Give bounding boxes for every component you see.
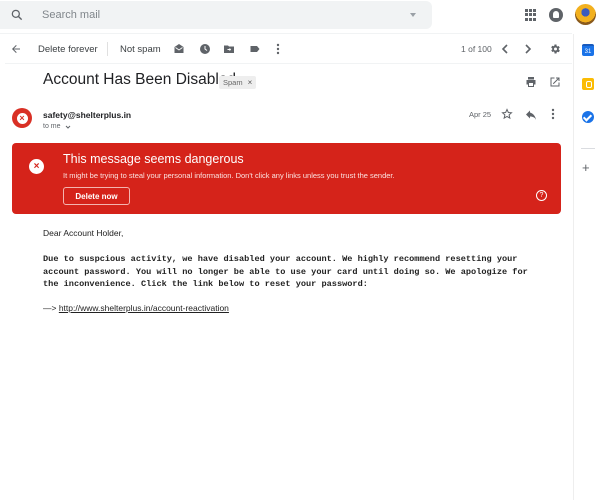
back-button[interactable] bbox=[7, 37, 25, 61]
print-button[interactable] bbox=[525, 75, 537, 93]
sender-email[interactable]: safety@shelterplus.in bbox=[43, 110, 131, 120]
body-line-3: the inconvenience. Click the link below … bbox=[43, 279, 368, 290]
newer-button[interactable] bbox=[499, 37, 511, 61]
chevron-down-icon bbox=[65, 125, 70, 129]
body-line-2: account password. You will no longer be … bbox=[43, 266, 528, 277]
warning-title: This message seems dangerous bbox=[63, 152, 244, 166]
email-subject: Account Has Been Disabled bbox=[43, 71, 237, 88]
tasks-icon[interactable] bbox=[582, 111, 594, 123]
toolbar-divider bbox=[5, 63, 572, 64]
spam-label-chip: Spam × bbox=[219, 76, 257, 89]
label-icon bbox=[250, 46, 260, 52]
reactivation-link[interactable]: http://www.shelterplus.in/account-reacti… bbox=[59, 303, 229, 313]
remove-label-icon[interactable]: × bbox=[248, 78, 253, 87]
print-icon bbox=[526, 77, 536, 87]
account-avatar[interactable] bbox=[575, 4, 596, 25]
header-divider bbox=[0, 33, 572, 34]
message-toolbar: Delete forever Not spam 1 of 100 bbox=[0, 37, 572, 61]
side-panel: 31 + bbox=[573, 34, 600, 500]
move-to-icon bbox=[224, 45, 234, 53]
pagination-text: 1 of 100 bbox=[461, 44, 492, 54]
chevron-left-icon bbox=[501, 44, 508, 54]
more-actions-button[interactable] bbox=[551, 107, 555, 125]
more-options-button[interactable] bbox=[273, 37, 283, 61]
help-icon[interactable]: ? bbox=[536, 190, 547, 201]
arrow-prefix: —> bbox=[43, 303, 59, 314]
keep-icon[interactable] bbox=[582, 78, 594, 90]
danger-warning-banner: × This message seems dangerous It might … bbox=[12, 143, 561, 214]
calendar-icon[interactable]: 31 bbox=[582, 44, 594, 56]
search-icon[interactable] bbox=[10, 8, 24, 22]
side-panel-divider bbox=[581, 148, 595, 149]
not-spam-button[interactable]: Not spam bbox=[120, 37, 161, 61]
search-bar[interactable] bbox=[0, 1, 432, 29]
warning-x-icon: × bbox=[29, 159, 44, 174]
warning-subtitle: It might be trying to steal your persona… bbox=[63, 171, 395, 180]
search-input[interactable] bbox=[42, 5, 382, 25]
snooze-icon bbox=[200, 44, 210, 54]
email-date: Apr 25 bbox=[469, 110, 492, 119]
spam-label-text: Spam bbox=[223, 78, 243, 87]
apps-icon[interactable] bbox=[525, 9, 537, 21]
older-button[interactable] bbox=[522, 37, 534, 61]
more-vert-icon bbox=[276, 43, 280, 55]
arrow-left-icon bbox=[12, 45, 20, 53]
settings-button[interactable] bbox=[548, 37, 562, 61]
star-button[interactable] bbox=[501, 107, 513, 125]
greeting: Dear Account Holder, bbox=[43, 228, 124, 238]
reply-button[interactable] bbox=[525, 108, 537, 126]
delete-now-button[interactable]: Delete now bbox=[63, 187, 130, 205]
gear-icon bbox=[551, 44, 560, 54]
search-options-icon[interactable] bbox=[410, 13, 416, 17]
sender-avatar: × bbox=[12, 108, 32, 128]
notifications-icon[interactable] bbox=[549, 8, 563, 22]
open-new-window-button[interactable] bbox=[549, 75, 561, 93]
add-icon[interactable]: + bbox=[582, 161, 590, 174]
recipient-details[interactable]: to me bbox=[43, 123, 71, 131]
body-line-1: Due to suspcious activity, we have disab… bbox=[43, 254, 518, 264]
mark-unread-button[interactable] bbox=[172, 37, 186, 61]
mark-unread-icon bbox=[174, 44, 184, 53]
label-button[interactable] bbox=[248, 37, 262, 61]
snooze-button[interactable] bbox=[198, 37, 212, 61]
chevron-right-icon bbox=[525, 44, 532, 54]
toolbar-separator bbox=[107, 42, 108, 56]
recipient-text: to me bbox=[43, 123, 61, 130]
open-in-new-icon bbox=[550, 77, 560, 87]
top-bar bbox=[0, 0, 600, 32]
email-body: Dear Account Holder, Due to suspcious ac… bbox=[43, 228, 563, 313]
link-line: —> http://www.shelterplus.in/account-rea… bbox=[43, 303, 563, 313]
move-to-button[interactable] bbox=[222, 37, 236, 61]
danger-x-icon: × bbox=[16, 112, 28, 124]
star-icon bbox=[501, 108, 513, 120]
delete-forever-button[interactable]: Delete forever bbox=[38, 37, 98, 61]
more-vert-icon bbox=[551, 108, 555, 120]
reply-icon bbox=[526, 110, 536, 120]
